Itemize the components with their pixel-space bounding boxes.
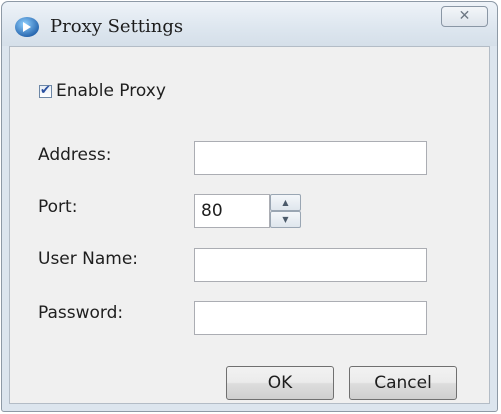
app-icon [15, 17, 39, 37]
enable-proxy-label: Enable Proxy [56, 81, 166, 101]
title-bar[interactable]: Proxy Settings ✕ [2, 2, 497, 46]
user-name-label: User Name: [38, 249, 139, 269]
port-spinner: ▲ ▼ [270, 194, 301, 228]
address-label: Address: [38, 145, 112, 165]
cancel-button[interactable]: Cancel [349, 366, 457, 400]
ok-button[interactable]: OK [226, 366, 334, 400]
enable-proxy-row[interactable]: ✔ Enable Proxy [39, 81, 166, 101]
enable-proxy-checkbox[interactable]: ✔ [39, 82, 52, 98]
chevron-down-icon: ▼ [282, 215, 289, 224]
port-increment-button[interactable]: ▲ [270, 194, 301, 211]
chevron-up-icon: ▲ [282, 198, 289, 207]
port-decrement-button[interactable]: ▼ [270, 211, 301, 228]
close-button[interactable]: ✕ [441, 6, 488, 27]
user-name-input[interactable] [194, 248, 427, 282]
proxy-settings-dialog: Proxy Settings ✕ ✔ Enable Proxy Address:… [1, 1, 498, 412]
password-input[interactable] [194, 301, 427, 335]
password-label: Password: [38, 303, 124, 323]
close-icon: ✕ [458, 8, 471, 24]
port-input[interactable] [194, 194, 270, 228]
check-icon: ✔ [40, 82, 51, 98]
address-input[interactable] [194, 141, 427, 175]
port-label: Port: [38, 197, 78, 217]
dialog-body: ✔ Enable Proxy Address: Port: ▲ ▼ User N… [9, 46, 490, 404]
window-title: Proxy Settings [50, 16, 184, 37]
